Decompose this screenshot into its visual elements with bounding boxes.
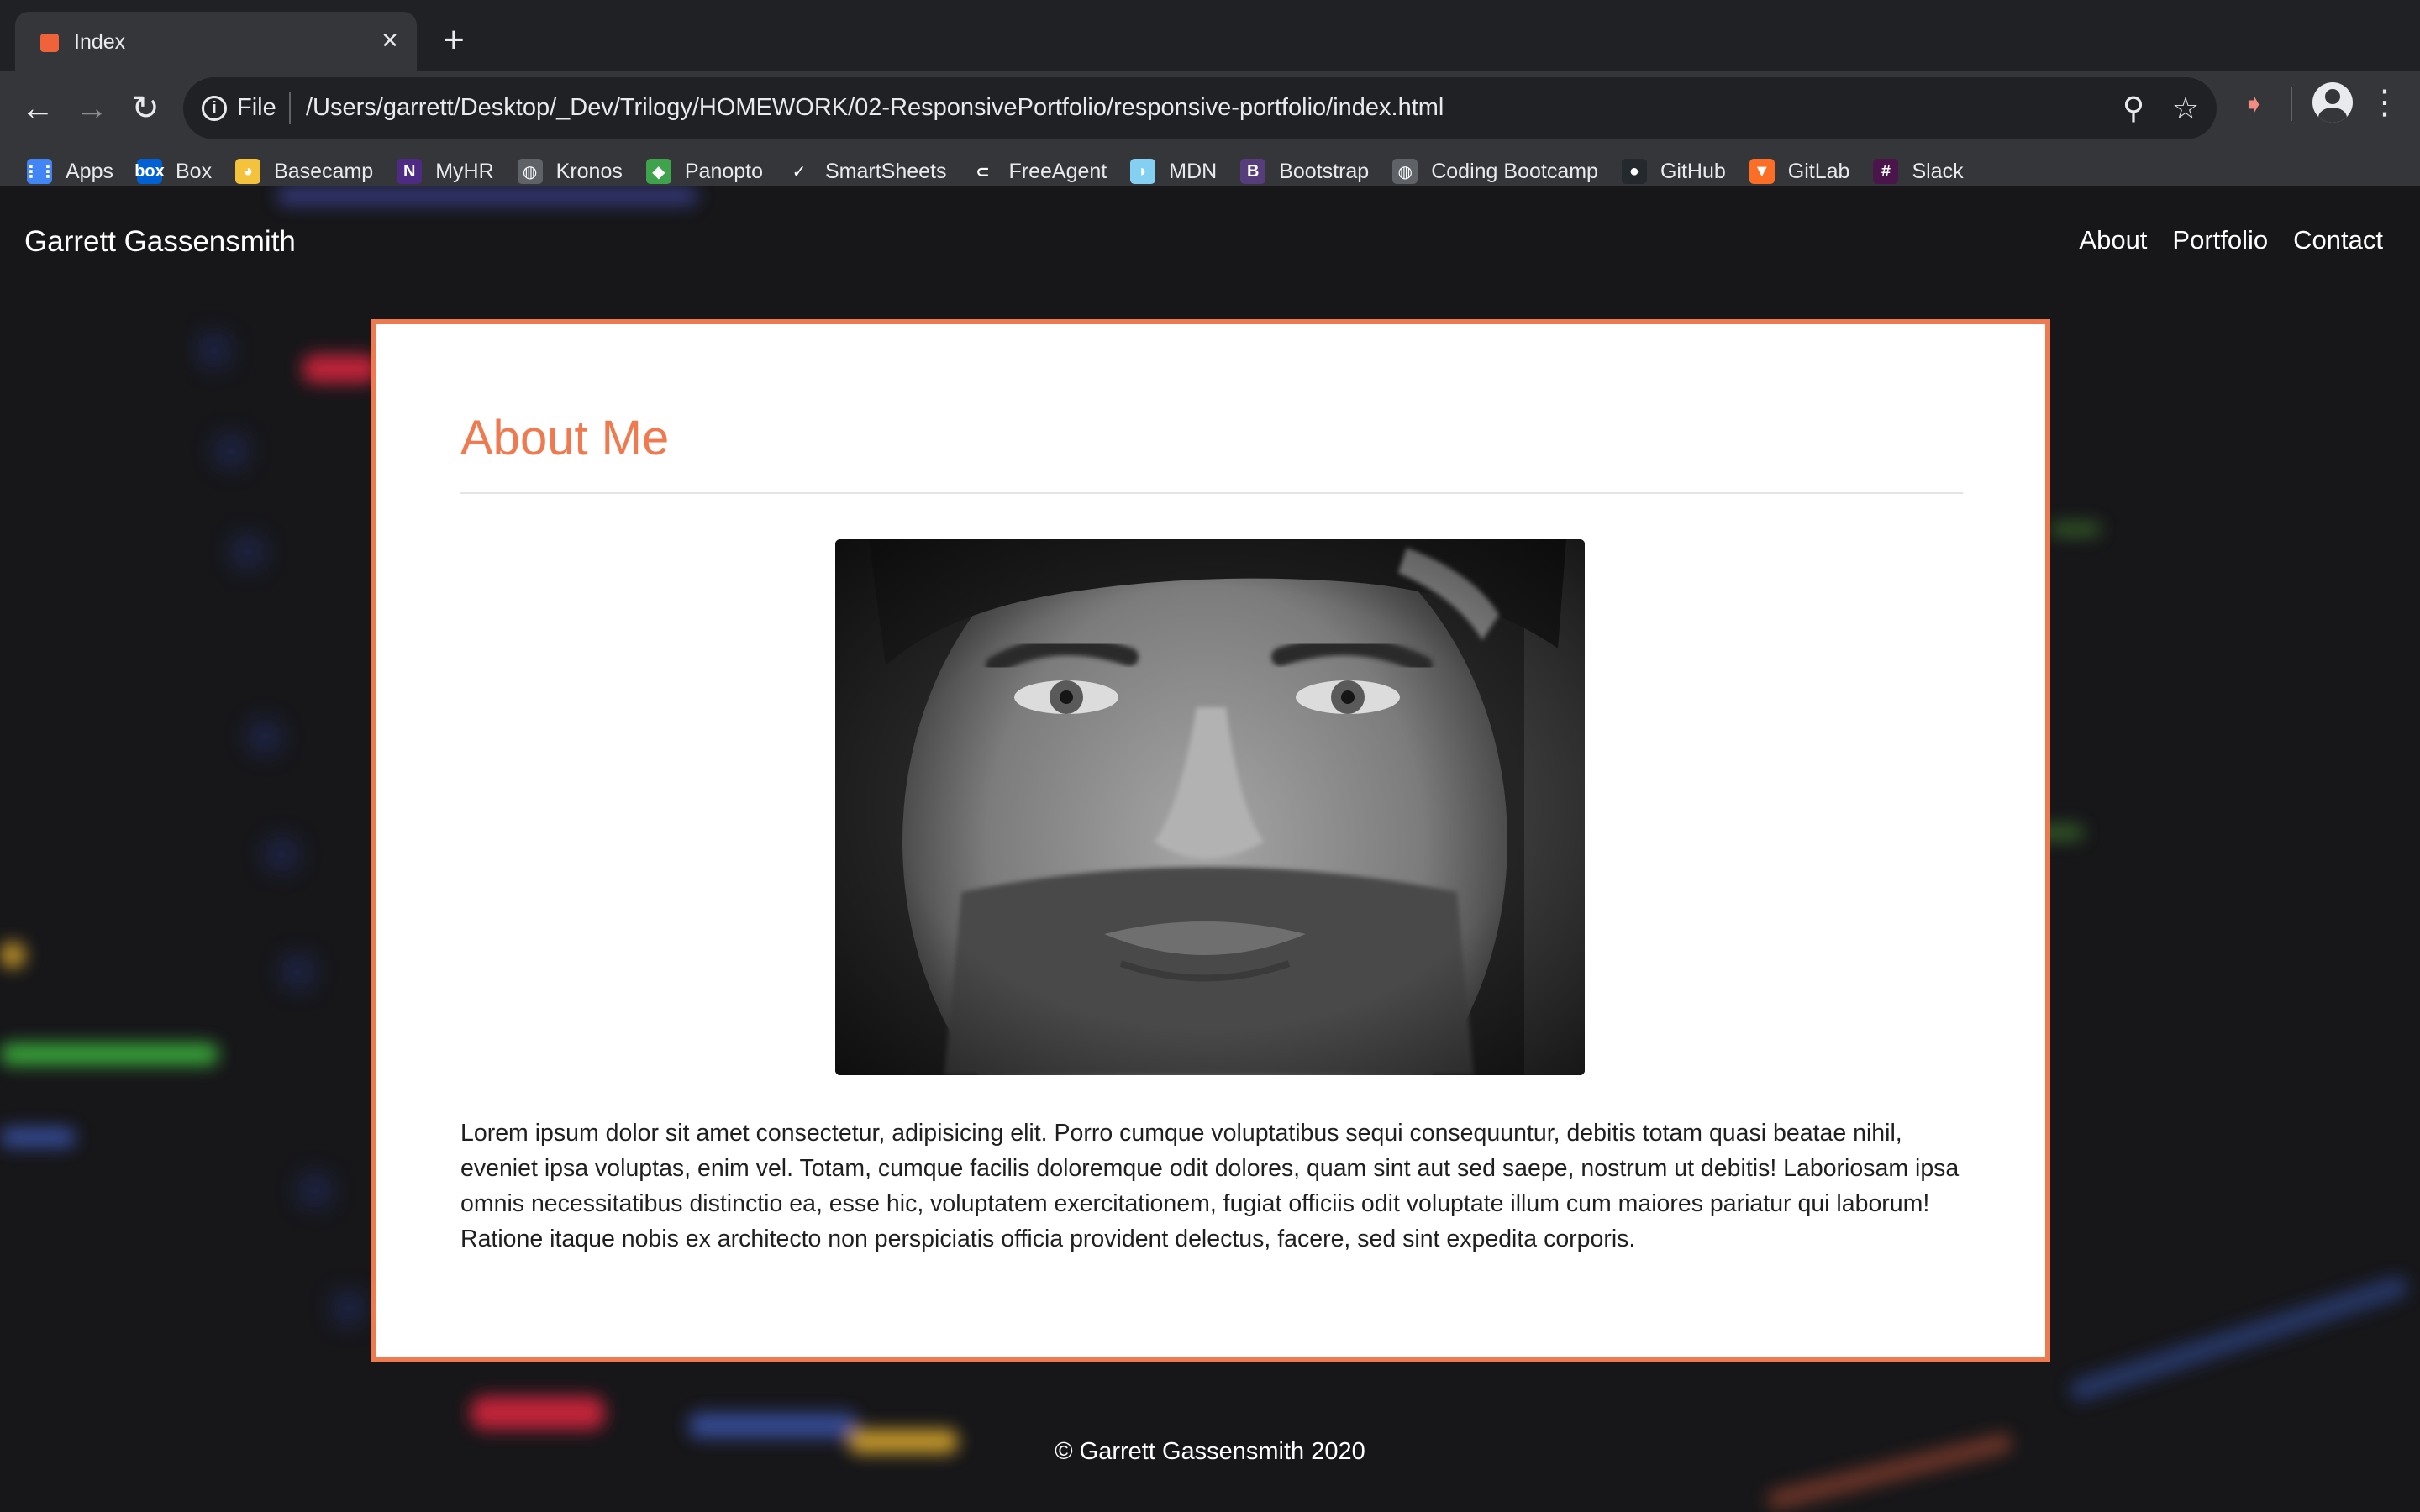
reload-icon[interactable]: ↻ xyxy=(124,87,166,129)
github-icon: ● xyxy=(1621,159,1647,184)
bookmark-label: GitLab xyxy=(1787,159,1850,183)
smartsheet-icon: ✓ xyxy=(786,159,812,184)
nav-link-contact[interactable]: Contact xyxy=(2293,225,2383,255)
url-text[interactable]: /Users/garrett/Desktop/_Dev/Trilogy/HOME… xyxy=(306,94,1444,122)
slack-icon: # xyxy=(1873,159,1899,184)
browser-menu-icon[interactable]: ⋮ xyxy=(2368,84,2402,121)
nav-link-portfolio[interactable]: Portfolio xyxy=(2172,225,2268,255)
title-divider xyxy=(460,492,1963,494)
globe-icon: ◍ xyxy=(1392,159,1418,184)
about-title: About Me xyxy=(460,411,670,465)
mdn-icon: ◗ xyxy=(1130,159,1156,184)
apps-grid-icon: ⋮⋮ xyxy=(23,159,56,184)
about-card: About Me Lorem ipsum dolor sit amet cons… xyxy=(371,319,2050,1362)
extension-icon[interactable]: ➧ xyxy=(2235,86,2272,123)
address-bar[interactable]: i File /Users/garrett/Desktop/_Dev/Trilo… xyxy=(183,77,2217,139)
panopto-icon: ◆ xyxy=(645,159,671,184)
site-brand[interactable]: Garrett Gassensmith xyxy=(24,225,296,259)
bookmark-label: Box xyxy=(175,159,213,183)
bookmark-label: MyHR xyxy=(435,159,494,183)
zoom-icon[interactable]: ⚲ xyxy=(2116,91,2151,126)
nav-link-about[interactable]: About xyxy=(2079,225,2147,255)
page-favicon-icon xyxy=(40,34,59,52)
bookmark-label: FreeAgent xyxy=(1008,159,1107,183)
bookmark-label: Bootstrap xyxy=(1279,159,1370,183)
portrait-illustration xyxy=(835,539,1585,1075)
profile-avatar-icon[interactable] xyxy=(2312,82,2353,123)
bootstrap-icon: B xyxy=(1240,159,1266,184)
browser-toolbar: ← → ↻ i File /Users/garrett/Desktop/_Dev… xyxy=(0,71,2420,202)
profile-photo xyxy=(835,539,1585,1075)
box-icon: box xyxy=(134,159,165,184)
toolbar-separator xyxy=(2291,87,2292,121)
tab-index[interactable]: Index × xyxy=(15,12,417,71)
bookmark-label: Panopto xyxy=(684,159,763,183)
site-navbar: Garrett Gassensmith About Portfolio Cont… xyxy=(0,186,2420,296)
page-viewport: Garrett Gassensmith About Portfolio Cont… xyxy=(0,186,2420,1512)
tab-title: Index xyxy=(74,30,126,54)
back-icon[interactable]: ← xyxy=(17,87,59,129)
about-body-text: Lorem ipsum dolor sit amet consectetur, … xyxy=(460,1120,1960,1252)
scheme-label: File xyxy=(237,94,276,121)
bookmark-label: Apps xyxy=(66,159,113,183)
globe-icon: ◍ xyxy=(517,159,543,184)
new-tab-icon[interactable]: + xyxy=(437,22,471,59)
address-separator xyxy=(289,92,291,124)
bookmark-label: Kronos xyxy=(555,159,623,183)
site-info-icon[interactable]: i xyxy=(202,96,227,121)
bookmark-label: GitHub xyxy=(1660,159,1726,183)
freeagent-icon: ⊂ xyxy=(970,159,996,184)
myhr-icon: N xyxy=(397,159,423,184)
close-tab-icon[interactable]: × xyxy=(375,25,405,55)
bookmark-label: Slack xyxy=(1912,159,1964,183)
page-footer: © Garrett Gassensmith 2020 xyxy=(1055,1438,1365,1465)
bookmark-label: Coding Bootcamp xyxy=(1431,159,1598,183)
bookmark-star-icon[interactable]: ☆ xyxy=(2168,91,2203,126)
forward-icon[interactable]: → xyxy=(71,87,113,129)
tab-strip: Index × + xyxy=(0,0,2420,71)
site-nav-links: About Portfolio Contact xyxy=(2079,225,2383,255)
basecamp-icon: ◕ xyxy=(235,159,261,184)
bookmark-label: Basecamp xyxy=(274,159,374,183)
bookmark-label: SmartSheets xyxy=(825,159,947,183)
gitlab-icon: ▼ xyxy=(1749,159,1775,184)
bookmark-label: MDN xyxy=(1169,159,1218,183)
